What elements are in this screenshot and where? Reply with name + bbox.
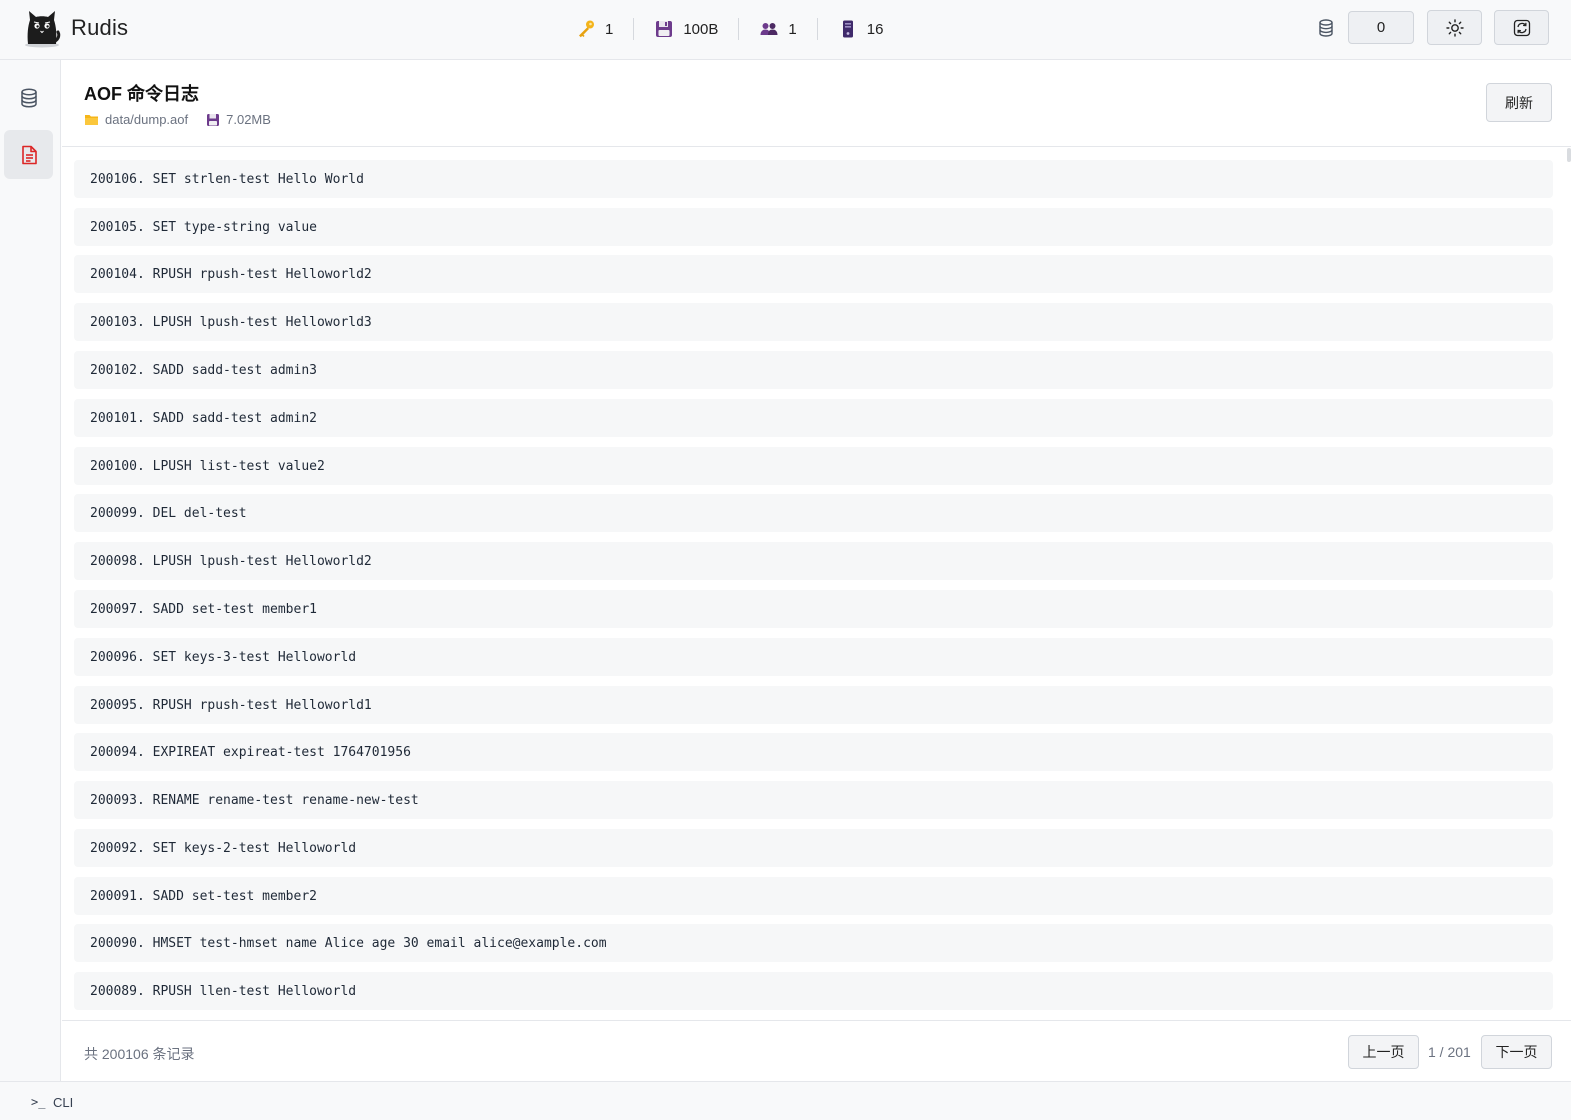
log-row: 200091. SADD set-test member2	[74, 877, 1553, 915]
cli-label: CLI	[53, 1095, 74, 1110]
log-row: 200099. DEL del-test	[74, 494, 1553, 532]
database-icon	[20, 87, 37, 108]
terminal-prompt-icon: >_	[31, 1095, 46, 1109]
sidebar	[0, 60, 61, 1081]
file-size-text: 7.02MB	[226, 112, 271, 127]
main-panel: AOF 命令日志 data/dump.aof 7.02MB 刷新 200106.…	[62, 61, 1571, 1081]
log-row: 200101. SADD sadd-test admin2	[74, 399, 1553, 437]
sun-icon	[1445, 18, 1464, 37]
stat-databases-value: 16	[866, 20, 884, 38]
file-size: 7.02MB	[206, 112, 271, 127]
total-records: 共 200106 条记录	[84, 1046, 195, 1062]
document-icon	[21, 145, 37, 164]
sidebar-item-aof-log[interactable]	[4, 130, 53, 179]
stat-divider	[816, 18, 818, 40]
stat-clients: 1	[759, 14, 797, 44]
log-row: 200096. SET keys-3-test Helloworld	[74, 638, 1553, 676]
file-meta: data/dump.aof 7.02MB	[84, 112, 271, 127]
app-name: Rudis	[71, 15, 129, 40]
stat-keys-value: 1	[605, 20, 614, 38]
file-path: data/dump.aof	[84, 112, 188, 127]
folder-icon	[85, 115, 98, 125]
prev-page-button[interactable]: 上一页	[1348, 1035, 1419, 1069]
database-icon	[1319, 19, 1333, 37]
page-header: AOF 命令日志 data/dump.aof 7.02MB 刷新	[62, 61, 1571, 147]
log-row: 200100. LPUSH list-test value2	[74, 447, 1553, 485]
stat-divider	[633, 18, 635, 40]
floppy-disk-icon	[207, 113, 220, 126]
stats-bar: 1 100B 1 16	[576, 14, 883, 44]
log-row: 200106. SET strlen-test Hello World	[74, 160, 1553, 198]
log-row: 200097. SADD set-test member1	[74, 590, 1553, 628]
theme-toggle-button[interactable]	[1427, 10, 1482, 45]
file-path-text: data/dump.aof	[105, 112, 189, 127]
users-icon	[759, 19, 779, 39]
sidebar-item-database[interactable]	[4, 73, 53, 122]
log-row: 200102. SADD sadd-test admin3	[74, 351, 1553, 389]
top-bar: Rudis 1 100B 1 16 0	[0, 0, 1571, 60]
stat-databases: 16	[838, 14, 884, 44]
refresh-button[interactable]: 刷新	[1486, 83, 1552, 122]
next-page-button[interactable]: 下一页	[1481, 1035, 1552, 1069]
aof-log-list[interactable]: 200106. SET strlen-test Hello World 2001…	[62, 148, 1571, 1020]
log-row: 200098. LPUSH lpush-test Helloworld2	[74, 542, 1553, 580]
brand[interactable]: Rudis	[22, 8, 128, 48]
log-row: 200103. LPUSH lpush-test Helloworld3	[74, 303, 1553, 341]
scrollbar-thumb[interactable]	[1567, 148, 1571, 162]
log-row: 200104. RPUSH rpush-test Helloworld2	[74, 255, 1553, 293]
stat-memory: 100B	[654, 14, 718, 44]
stat-divider	[738, 18, 740, 40]
server-icon	[838, 19, 858, 39]
reload-button[interactable]	[1494, 10, 1549, 45]
key-icon	[576, 19, 596, 39]
stat-memory-value: 100B	[683, 20, 719, 38]
floppy-disk-icon	[654, 19, 674, 39]
cli-toggle-bar[interactable]: >_ CLI	[0, 1081, 1571, 1120]
log-row: 200105. SET type-string value	[74, 208, 1553, 246]
stat-clients-value: 1	[788, 20, 797, 38]
log-row: 200089. RPUSH llen-test Helloworld	[74, 972, 1553, 1010]
log-row: 200095. RPUSH rpush-test Helloworld1	[74, 686, 1553, 724]
stat-keys: 1	[576, 14, 613, 44]
log-row: 200094. EXPIREAT expireat-test 176470195…	[74, 733, 1553, 771]
log-row: 200090. HMSET test-hmset name Alice age …	[74, 924, 1553, 962]
refresh-icon	[1513, 19, 1530, 36]
log-row: 200092. SET keys-2-test Helloworld	[74, 829, 1553, 867]
page-title: AOF 命令日志	[84, 84, 199, 104]
log-row: 200093. RENAME rename-test rename-new-te…	[74, 781, 1553, 819]
page-indicator: 1 / 201	[1428, 1044, 1471, 1060]
pagination-bar: 共 200106 条记录 上一页 1 / 201 下一页	[62, 1020, 1571, 1081]
cat-logo-icon	[25, 11, 61, 48]
database-select[interactable]: 0	[1348, 11, 1414, 44]
